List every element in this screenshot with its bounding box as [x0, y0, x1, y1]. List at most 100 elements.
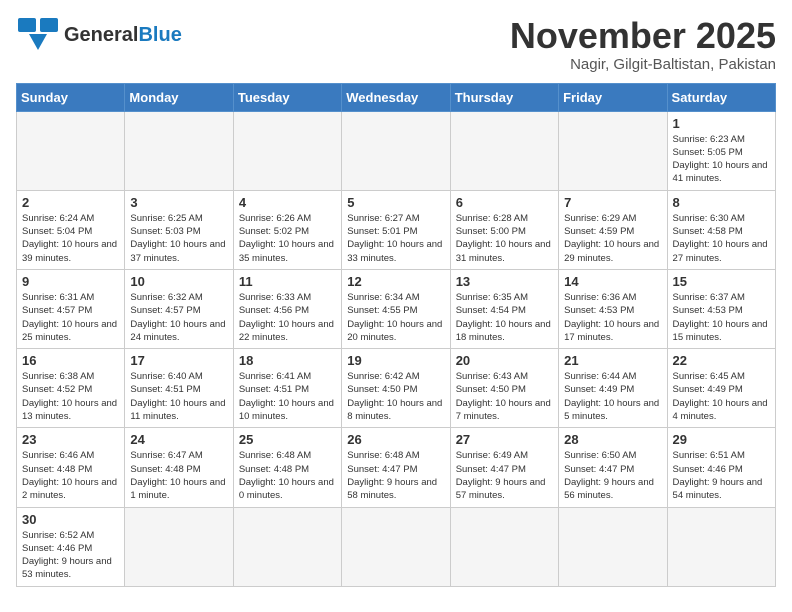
calendar-cell: 30Sunrise: 6:52 AM Sunset: 4:46 PM Dayli… — [17, 507, 125, 586]
weekday-header-thursday: Thursday — [450, 83, 558, 111]
day-number: 3 — [130, 195, 228, 210]
day-number: 28 — [564, 432, 662, 447]
calendar-week-3: 9 Sunrise: 6:31 AM Sunset: 4:57 PM Daylig… — [17, 269, 776, 348]
calendar-cell — [233, 111, 341, 190]
day-info: Sunrise: 6:27 AM Sunset: 5:01 PM Dayligh… — [347, 212, 445, 265]
day-number: 22 — [673, 353, 771, 368]
day-info: Sunrise: 6:32 AM Sunset: 4:57 PM Dayligh… — [130, 291, 228, 344]
calendar-cell: 6 Sunrise: 6:28 AM Sunset: 5:00 PM Daylig… — [450, 190, 558, 269]
calendar-week-5: 23Sunrise: 6:46 AM Sunset: 4:48 PM Dayli… — [17, 428, 776, 507]
day-number: 24 — [130, 432, 228, 447]
day-info: Sunrise: 6:28 AM Sunset: 5:00 PM Dayligh… — [456, 212, 554, 265]
calendar-cell — [342, 111, 450, 190]
day-info: Sunrise: 6:49 AM Sunset: 4:47 PM Dayligh… — [456, 449, 554, 502]
day-number: 20 — [456, 353, 554, 368]
calendar-cell: 7 Sunrise: 6:29 AM Sunset: 4:59 PM Daylig… — [559, 190, 667, 269]
logo-general-text: General — [64, 24, 138, 46]
calendar-cell — [450, 507, 558, 586]
day-number: 21 — [564, 353, 662, 368]
day-info: Sunrise: 6:43 AM Sunset: 4:50 PM Dayligh… — [456, 370, 554, 423]
day-info: Sunrise: 6:40 AM Sunset: 4:51 PM Dayligh… — [130, 370, 228, 423]
day-number: 15 — [673, 274, 771, 289]
day-number: 23 — [22, 432, 120, 447]
calendar-cell: 26Sunrise: 6:48 AM Sunset: 4:47 PM Dayli… — [342, 428, 450, 507]
day-number: 6 — [456, 195, 554, 210]
calendar-cell: 27 Sunrise: 6:49 AM Sunset: 4:47 PM Dayli… — [450, 428, 558, 507]
day-number: 9 — [22, 274, 120, 289]
day-info: Sunrise: 6:37 AM Sunset: 4:53 PM Dayligh… — [673, 291, 771, 344]
day-info: Sunrise: 6:33 AM Sunset: 4:56 PM Dayligh… — [239, 291, 337, 344]
logo-icon — [16, 16, 60, 54]
day-number: 13 — [456, 274, 554, 289]
calendar-cell: 17 Sunrise: 6:40 AM Sunset: 4:51 PM Dayli… — [125, 349, 233, 428]
day-info: Sunrise: 6:36 AM Sunset: 4:53 PM Dayligh… — [564, 291, 662, 344]
day-number: 11 — [239, 274, 337, 289]
day-number: 19 — [347, 353, 445, 368]
calendar-week-6: 30Sunrise: 6:52 AM Sunset: 4:46 PM Dayli… — [17, 507, 776, 586]
day-info: Sunrise: 6:50 AM Sunset: 4:47 PM Dayligh… — [564, 449, 662, 502]
weekday-header-monday: Monday — [125, 83, 233, 111]
calendar-cell: 19 Sunrise: 6:42 AM Sunset: 4:50 PM Dayli… — [342, 349, 450, 428]
day-number: 8 — [673, 195, 771, 210]
logo-blue-text: Blue — [138, 24, 181, 46]
calendar-cell — [559, 507, 667, 586]
calendar-cell: 15 Sunrise: 6:37 AM Sunset: 4:53 PM Dayli… — [667, 269, 775, 348]
location-title: Nagir, Gilgit-Baltistan, Pakistan — [510, 56, 776, 73]
weekday-header-wednesday: Wednesday — [342, 83, 450, 111]
day-number: 17 — [130, 353, 228, 368]
day-info: Sunrise: 6:51 AM Sunset: 4:46 PM Dayligh… — [673, 449, 771, 502]
calendar-cell: 29 Sunrise: 6:51 AM Sunset: 4:46 PM Dayli… — [667, 428, 775, 507]
calendar-week-1: 1Sunrise: 6:23 AM Sunset: 5:05 PM Daylig… — [17, 111, 776, 190]
day-number: 16 — [22, 353, 120, 368]
day-info: Sunrise: 6:24 AM Sunset: 5:04 PM Dayligh… — [22, 212, 120, 265]
calendar-cell: 10 Sunrise: 6:32 AM Sunset: 4:57 PM Dayli… — [125, 269, 233, 348]
day-number: 14 — [564, 274, 662, 289]
day-number: 30 — [22, 512, 120, 527]
page-header: GeneralBlue November 2025 Nagir, Gilgit-… — [16, 16, 776, 73]
day-number: 27 — [456, 432, 554, 447]
calendar-week-4: 16 Sunrise: 6:38 AM Sunset: 4:52 PM Dayli… — [17, 349, 776, 428]
day-number: 29 — [673, 432, 771, 447]
day-info: Sunrise: 6:35 AM Sunset: 4:54 PM Dayligh… — [456, 291, 554, 344]
day-number: 7 — [564, 195, 662, 210]
day-number: 18 — [239, 353, 337, 368]
day-info: Sunrise: 6:41 AM Sunset: 4:51 PM Dayligh… — [239, 370, 337, 423]
day-number: 1 — [673, 116, 771, 131]
calendar-week-2: 2Sunrise: 6:24 AM Sunset: 5:04 PM Daylig… — [17, 190, 776, 269]
calendar-cell: 1Sunrise: 6:23 AM Sunset: 5:05 PM Daylig… — [667, 111, 775, 190]
weekday-header-row: SundayMondayTuesdayWednesdayThursdayFrid… — [17, 83, 776, 111]
calendar-cell: 4 Sunrise: 6:26 AM Sunset: 5:02 PM Daylig… — [233, 190, 341, 269]
calendar-cell: 3Sunrise: 6:25 AM Sunset: 5:03 PM Daylig… — [125, 190, 233, 269]
calendar-cell: 16 Sunrise: 6:38 AM Sunset: 4:52 PM Dayli… — [17, 349, 125, 428]
calendar-cell — [342, 507, 450, 586]
weekday-header-tuesday: Tuesday — [233, 83, 341, 111]
day-number: 25 — [239, 432, 337, 447]
calendar-cell: 12Sunrise: 6:34 AM Sunset: 4:55 PM Dayli… — [342, 269, 450, 348]
day-info: Sunrise: 6:38 AM Sunset: 4:52 PM Dayligh… — [22, 370, 120, 423]
calendar-cell: 20 Sunrise: 6:43 AM Sunset: 4:50 PM Dayli… — [450, 349, 558, 428]
logo: GeneralBlue — [16, 16, 182, 54]
calendar-cell — [233, 507, 341, 586]
day-info: Sunrise: 6:26 AM Sunset: 5:02 PM Dayligh… — [239, 212, 337, 265]
calendar-cell: 24 Sunrise: 6:47 AM Sunset: 4:48 PM Dayli… — [125, 428, 233, 507]
calendar-cell: 14 Sunrise: 6:36 AM Sunset: 4:53 PM Dayli… — [559, 269, 667, 348]
day-number: 26 — [347, 432, 445, 447]
day-info: Sunrise: 6:44 AM Sunset: 4:49 PM Dayligh… — [564, 370, 662, 423]
day-info: Sunrise: 6:29 AM Sunset: 4:59 PM Dayligh… — [564, 212, 662, 265]
month-title: November 2025 — [510, 16, 776, 56]
day-number: 4 — [239, 195, 337, 210]
weekday-header-sunday: Sunday — [17, 83, 125, 111]
calendar-cell — [125, 111, 233, 190]
day-info: Sunrise: 6:30 AM Sunset: 4:58 PM Dayligh… — [673, 212, 771, 265]
calendar-table: SundayMondayTuesdayWednesdayThursdayFrid… — [16, 83, 776, 587]
calendar-cell: 21 Sunrise: 6:44 AM Sunset: 4:49 PM Dayli… — [559, 349, 667, 428]
calendar-cell — [125, 507, 233, 586]
day-info: Sunrise: 6:42 AM Sunset: 4:50 PM Dayligh… — [347, 370, 445, 423]
calendar-cell: 18 Sunrise: 6:41 AM Sunset: 4:51 PM Dayli… — [233, 349, 341, 428]
calendar-cell — [559, 111, 667, 190]
calendar-cell: 8 Sunrise: 6:30 AM Sunset: 4:58 PM Daylig… — [667, 190, 775, 269]
day-info: Sunrise: 6:47 AM Sunset: 4:48 PM Dayligh… — [130, 449, 228, 502]
day-number: 10 — [130, 274, 228, 289]
day-info: Sunrise: 6:31 AM Sunset: 4:57 PM Dayligh… — [22, 291, 120, 344]
calendar-cell: 23Sunrise: 6:46 AM Sunset: 4:48 PM Dayli… — [17, 428, 125, 507]
